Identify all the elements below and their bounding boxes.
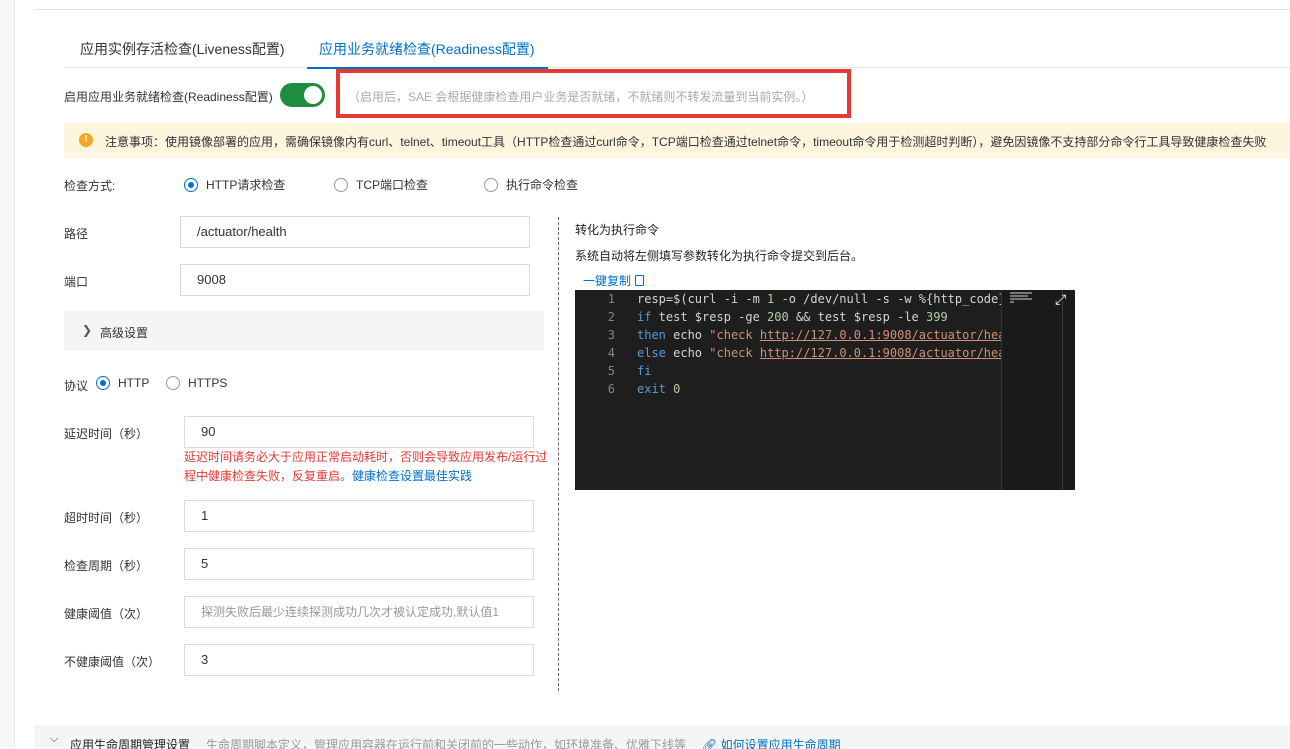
expand-icon[interactable]: ⤢ [1055,292,1066,308]
warning-icon: ! [79,133,93,147]
copy-button[interactable]: 一键复制 [583,272,645,289]
line-number: 2 [607,310,615,324]
radio-tcp-check[interactable]: TCP端口检查 [334,176,428,193]
radio-label: HTTP请求检查 [206,178,286,192]
delay-warning: 延迟时间请务必大于应用正常启动耗时，否则会导致应用发布/运行过程中健康检查失败，… [184,448,554,486]
radio-command-check[interactable]: 执行命令检查 [484,176,578,193]
code-lines: resp=$(curl -i -m 1 -o /dev/null -s -w %… [637,290,1001,398]
period-label: 检查周期（秒） [64,559,149,573]
radio-label: TCP端口检查 [356,178,429,192]
protocol-label: 协议 [64,379,89,393]
minimap-line [1010,295,1028,297]
enable-hint: （启用后，SAE 会根据健康检查用户业务是否就绪，不就绪则不转发流量到当前实例。… [348,90,814,104]
check-method-label: 检查方式: [64,179,116,193]
code-line: then echo "check http://127.0.0.1:9008/a… [637,328,1001,342]
link-icon: 🔗︎ [702,738,718,749]
radio-http-check[interactable]: HTTP请求检查 [184,176,285,193]
minimap-line [1010,298,1032,300]
healthy-threshold-label: 健康阈值（次） [64,607,149,621]
top-divider [34,0,1290,10]
period-input[interactable]: 5 [184,548,534,580]
radio-dot [184,177,198,192]
best-practice-link[interactable]: 健康检查设置最佳实践 [352,469,472,483]
lifecycle-section[interactable]: ⌵ 应用生命周期管理设置 生命周期脚本定义，管理应用容器在运行前和关闭前的一些动… [34,725,1290,749]
chevron-right-icon: ❯ [82,323,93,337]
minimap-line [1010,301,1014,303]
code-editor[interactable]: 1 2 3 4 5 6 resp=$(curl -i -m 1 -o /dev/… [575,290,1075,490]
notice-banner: ! 注意事项：使用镜像部署的应用，需确保镜像内有curl、telnet、time… [64,123,1290,158]
lifecycle-help-link[interactable]: 🔗︎ 如何设置应用生命周期 [702,736,841,749]
radio-dot [484,177,498,192]
minimap-line [1010,292,1032,294]
code-line: if test $resp -ge 200 && test $resp -le … [637,310,948,324]
tab-bar: 应用实例存活检查(Liveness配置) 应用业务就绪检查(Readiness配… [64,34,1290,69]
advanced-settings-label: 高级设置 [100,326,149,340]
tab-readiness[interactable]: 应用业务就绪检查(Readiness配置) [306,34,550,69]
enable-readiness-label: 启用应用业务就绪检查(Readiness配置) [64,90,273,104]
timeout-label: 超时时间（秒） [64,511,149,525]
line-number: 1 [607,292,615,306]
healthy-threshold-input[interactable]: 探测失败后最少连续探测成功几次才被认定成功,默认值1 [184,596,534,628]
line-number-gutter: 1 2 3 4 5 6 [575,290,621,398]
port-label: 端口 [64,275,89,289]
minimap-ruler [1062,290,1063,490]
line-number: 5 [607,364,615,378]
timeout-input[interactable]: 1 [184,500,534,532]
radio-dot [166,376,180,390]
tab-liveness[interactable]: 应用实例存活检查(Liveness配置) [80,34,285,68]
advanced-settings-toggle[interactable]: ❯ 高级设置 [64,311,544,351]
radio-protocol-https[interactable]: HTTPS [166,376,227,390]
code-line: fi [637,364,652,378]
copy-icon [635,275,645,286]
editor-minimap[interactable] [1001,290,1075,490]
radio-protocol-http[interactable]: HTTP [96,376,149,390]
radio-dot [96,376,110,390]
radio-label: HTTP [118,376,150,390]
path-label: 路径 [64,227,89,241]
line-number: 3 [607,328,615,342]
notice-text: 注意事项：使用镜像部署的应用，需确保镜像内有curl、telnet、timeou… [105,135,1267,149]
lifecycle-title: 应用生命周期管理设置 [70,738,191,749]
toggle-knob [304,86,322,104]
code-line: exit 0 [637,382,681,396]
column-divider [558,217,559,691]
path-input[interactable]: /actuator/health [180,216,530,248]
lifecycle-help-link-label: 如何设置应用生命周期 [720,738,841,749]
radio-label: HTTPS [188,376,228,390]
convert-description: 系统自动将左侧填写参数转化为执行命令提交到后台。 [575,249,864,263]
unhealthy-threshold-input[interactable]: 3 [184,644,534,676]
radio-label: 执行命令检查 [506,178,579,192]
line-number: 4 [607,346,615,360]
delay-label: 延迟时间（秒） [64,427,149,441]
enable-readiness-toggle[interactable] [280,83,325,107]
delay-input[interactable]: 90 [184,416,534,448]
code-line: resp=$(curl -i -m 1 -o /dev/null -s -w %… [637,292,1001,306]
unhealthy-threshold-label: 不健康阈值（次） [64,655,161,669]
convert-title: 转化为执行命令 [575,223,660,237]
chevron-down-icon: ⌵ [50,733,59,745]
lifecycle-description: 生命周期脚本定义，管理应用容器在运行前和关闭前的一些动作，如环境准备、优雅下线等 [206,738,687,749]
copy-label: 一键复制 [583,274,632,288]
line-number: 6 [607,382,615,396]
radio-dot [334,177,348,192]
port-input[interactable]: 9008 [180,264,530,296]
code-line: else echo "check http://127.0.0.1:9008/a… [637,346,1001,360]
